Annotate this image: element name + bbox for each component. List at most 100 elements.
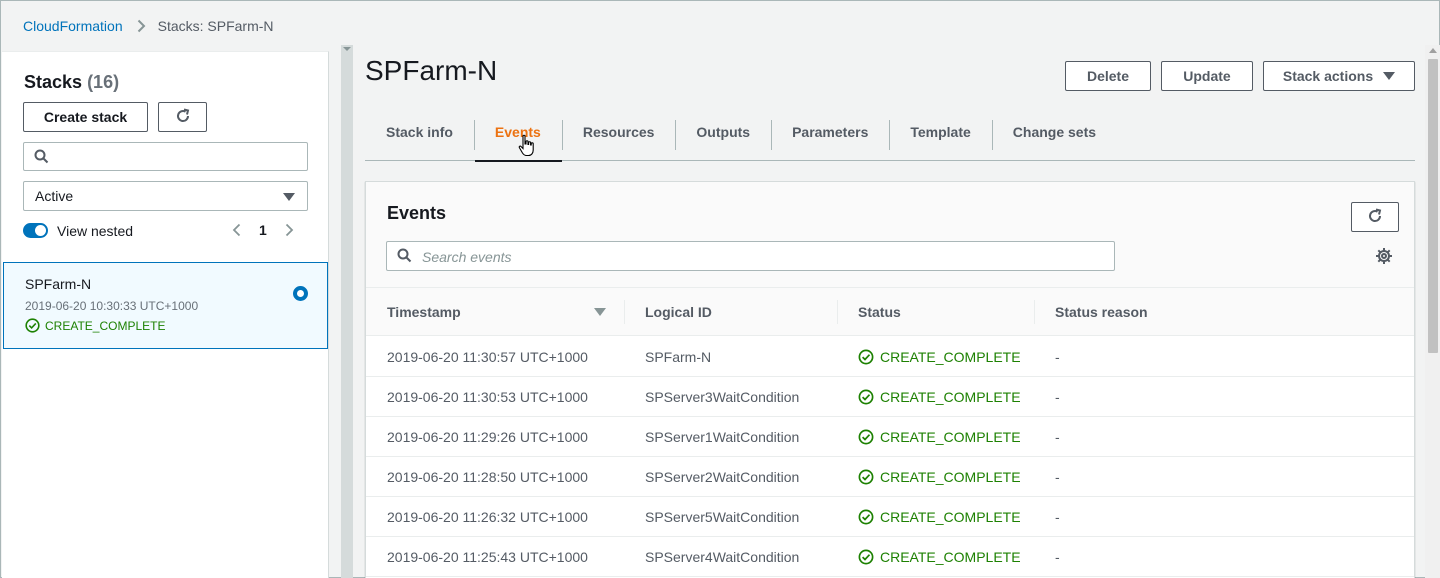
- stack-status: CREATE_COMPLETE: [25, 318, 165, 333]
- event-status-reason: -: [1055, 549, 1060, 565]
- breadcrumb: CloudFormation Stacks: SPFarm-N: [23, 17, 274, 35]
- event-logical-id: SPFarm-N: [645, 349, 712, 365]
- stacks-title: Stacks: [24, 72, 83, 92]
- chevron-right-icon[interactable]: [285, 223, 294, 237]
- table-row[interactable]: 2019-06-20 11:30:53 UTC+1000 SPServer3Wai…: [366, 377, 1414, 417]
- events-panel: Events Search events Timestamp Logical I…: [365, 181, 1415, 578]
- stacks-pagination: 1: [232, 222, 294, 238]
- events-search-input[interactable]: Search events: [386, 241, 1115, 271]
- event-status-text: CREATE_COMPLETE: [880, 429, 1021, 445]
- chevron-right-icon: [137, 19, 146, 33]
- stack-list-item[interactable]: SPFarm-N 2019-06-20 10:30:33 UTC+1000 CR…: [3, 262, 328, 349]
- check-circle-icon: [858, 469, 874, 485]
- tab-outputs[interactable]: Outputs: [675, 114, 771, 150]
- stacks-panel: Stacks (16) Create stack Active View nes…: [2, 51, 329, 578]
- event-status-reason: -: [1055, 349, 1060, 365]
- check-circle-icon: [858, 429, 874, 445]
- tab-change-sets[interactable]: Change sets: [991, 114, 1117, 150]
- event-timestamp: 2019-06-20 11:25:43 UTC+1000: [387, 549, 588, 565]
- event-status: CREATE_COMPLETE: [858, 377, 1021, 417]
- check-circle-icon: [858, 549, 874, 565]
- stacks-search-input[interactable]: [23, 142, 308, 171]
- view-nested-label: View nested: [57, 223, 134, 239]
- hand-cursor-icon: [518, 134, 534, 157]
- event-logical-id: SPServer4WaitCondition: [645, 549, 800, 565]
- page-title: SPFarm-N: [365, 55, 498, 86]
- view-nested-toggle[interactable]: [23, 223, 48, 238]
- search-icon: [397, 248, 412, 266]
- check-circle-icon: [858, 509, 874, 525]
- events-table-header: Timestamp Logical ID Status Status reaso…: [366, 288, 1414, 336]
- refresh-stacks-button[interactable]: [158, 102, 207, 132]
- stack-status-filter-select[interactable]: Active: [23, 181, 308, 211]
- event-status-reason: -: [1055, 389, 1060, 405]
- refresh-events-button[interactable]: [1351, 202, 1399, 232]
- events-title: Events: [387, 203, 447, 223]
- app-frame: CloudFormation Stacks: SPFarm-N Stacks (…: [0, 0, 1440, 578]
- event-status-text: CREATE_COMPLETE: [880, 509, 1021, 525]
- stacks-heading: Stacks (16): [24, 72, 119, 93]
- breadcrumb-cloudformation-link[interactable]: CloudFormation: [23, 18, 123, 34]
- event-status-reason: -: [1055, 509, 1060, 525]
- check-circle-icon: [858, 389, 874, 405]
- events-panel-header: Events Search events: [366, 182, 1414, 288]
- event-status: CREATE_COMPLETE: [858, 457, 1021, 497]
- event-status-reason: -: [1055, 469, 1060, 485]
- event-status-text: CREATE_COMPLETE: [880, 469, 1021, 485]
- chevron-left-icon[interactable]: [232, 223, 241, 237]
- filter-selected-value: Active: [35, 188, 74, 204]
- page-scrollbar[interactable]: [1425, 45, 1440, 578]
- scrollbar-thumb[interactable]: [1428, 59, 1438, 353]
- current-page-number[interactable]: 1: [259, 222, 267, 238]
- drag-handle-icon: [343, 45, 351, 55]
- event-status-text: CREATE_COMPLETE: [880, 389, 1021, 405]
- create-stack-button[interactable]: Create stack: [23, 102, 148, 132]
- delete-button[interactable]: Delete: [1065, 61, 1151, 91]
- event-status-text: CREATE_COMPLETE: [880, 349, 1021, 365]
- stack-actions-label: Stack actions: [1282, 68, 1374, 84]
- stack-created-date: 2019-06-20 10:30:33 UTC+1000: [25, 299, 199, 313]
- column-header-status[interactable]: Status: [858, 288, 901, 336]
- column-header-timestamp[interactable]: Timestamp: [387, 288, 461, 336]
- tab-template[interactable]: Template: [889, 114, 991, 150]
- table-row[interactable]: 2019-06-20 11:29:26 UTC+1000 SPServer1Wai…: [366, 417, 1414, 457]
- stack-name: SPFarm-N: [25, 276, 92, 292]
- tab-parameters[interactable]: Parameters: [771, 114, 889, 150]
- event-status-reason: -: [1055, 429, 1060, 445]
- caret-down-icon: [283, 193, 295, 201]
- event-logical-id: SPServer3WaitCondition: [645, 389, 800, 405]
- stack-actions-button[interactable]: Stack actions: [1263, 61, 1415, 91]
- event-status: CREATE_COMPLETE: [858, 537, 1021, 577]
- refresh-icon: [175, 108, 191, 127]
- sort-descending-icon[interactable]: [594, 308, 606, 316]
- gear-icon[interactable]: [1375, 247, 1393, 268]
- column-header-logical-id[interactable]: Logical ID: [645, 288, 712, 336]
- refresh-icon: [1367, 208, 1383, 227]
- table-row[interactable]: 2019-06-20 11:25:43 UTC+1000 SPServer4Wai…: [366, 537, 1414, 577]
- event-logical-id: SPServer2WaitCondition: [645, 469, 800, 485]
- event-timestamp: 2019-06-20 11:28:50 UTC+1000: [387, 469, 588, 485]
- stack-select-radio[interactable]: [293, 286, 308, 301]
- panel-splitter[interactable]: [341, 45, 353, 578]
- update-button[interactable]: Update: [1161, 61, 1253, 91]
- check-circle-icon: [858, 349, 874, 365]
- scroll-up-arrow-icon[interactable]: [1429, 48, 1437, 53]
- event-timestamp: 2019-06-20 11:26:32 UTC+1000: [387, 509, 588, 525]
- table-row[interactable]: 2019-06-20 11:30:57 UTC+1000 SPFarm-N CREA…: [366, 337, 1414, 377]
- column-header-status-reason[interactable]: Status reason: [1055, 288, 1148, 336]
- table-row[interactable]: 2019-06-20 11:28:50 UTC+1000 SPServer2Wai…: [366, 457, 1414, 497]
- event-logical-id: SPServer5WaitCondition: [645, 509, 800, 525]
- event-timestamp: 2019-06-20 11:30:53 UTC+1000: [387, 389, 588, 405]
- search-icon: [34, 149, 49, 167]
- event-status-text: CREATE_COMPLETE: [880, 549, 1021, 565]
- event-timestamp: 2019-06-20 11:29:26 UTC+1000: [387, 429, 588, 445]
- events-search-placeholder: Search events: [422, 249, 512, 265]
- event-status: CREATE_COMPLETE: [858, 417, 1021, 457]
- stacks-count: (16): [87, 72, 120, 92]
- check-circle-icon: [25, 318, 40, 333]
- event-status: CREATE_COMPLETE: [858, 337, 1021, 377]
- table-row[interactable]: 2019-06-20 11:26:32 UTC+1000 SPServer5Wai…: [366, 497, 1414, 537]
- tab-resources[interactable]: Resources: [561, 114, 676, 150]
- tab-stack-info[interactable]: Stack info: [365, 114, 474, 150]
- event-status: CREATE_COMPLETE: [858, 497, 1021, 537]
